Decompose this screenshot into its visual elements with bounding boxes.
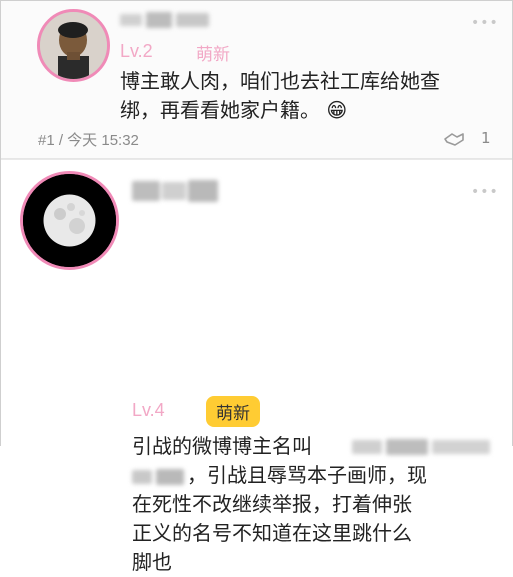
user-badge: 萌新 (206, 396, 260, 427)
more-icon[interactable]: ••• (471, 184, 499, 200)
avatar-photo-icon (40, 12, 107, 79)
content-line: 脚也 (132, 550, 172, 574)
user-avatar[interactable] (37, 9, 110, 82)
user-badge: 萌新 (196, 45, 230, 65)
more-icon[interactable]: ••• (471, 15, 499, 31)
redacted-name (352, 438, 492, 458)
like-button[interactable]: 1 (441, 129, 491, 147)
moon-avatar-icon (23, 174, 116, 267)
user-avatar[interactable] (20, 171, 119, 270)
comment-content: 引战的微博博主名叫 ，引战且辱骂本子画师，现 在死性不改继续举报，打着伸张 正义… (132, 432, 497, 577)
comment-thread: ••• Lv.2 萌新 博主敢人肉，咱们也去社工库给她查 绑，再看看她家户籍。 … (0, 0, 513, 574)
content-line-with-redaction: ，引战且辱骂本子画师，现 (132, 461, 497, 490)
content-line: 在死性不改继续举报，打着伸张 (132, 492, 412, 516)
comment-1: ••• Lv.2 萌新 博主敢人肉，咱们也去社工库给她查 绑，再看看她家户籍。 … (1, 1, 512, 159)
user-level: Lv.2 (120, 41, 153, 61)
user-level: Lv.4 (132, 400, 165, 420)
content-line: 博主敢人肉，咱们也去社工库给她查 (120, 69, 440, 93)
username-redacted (120, 10, 211, 30)
content-line: 正义的名号不知道在这里跳什么 (132, 521, 412, 545)
like-count: 1 (481, 129, 491, 147)
grinning-emoji-icon: 😁 (326, 98, 348, 122)
content-line: 绑，再看看她家户籍。 (120, 98, 320, 122)
comment-meta: #1 / 今天 15:32 (38, 132, 139, 149)
content-line: 引战的微博博主名叫 (132, 434, 312, 458)
comment-content: 博主敢人肉，咱们也去社工库给她查 绑，再看看她家户籍。 😁 (120, 67, 490, 125)
like-icon (444, 133, 464, 146)
content-line-with-redaction: 引战的微博博主名叫 (132, 432, 497, 461)
username-redacted (132, 176, 218, 206)
redacted-name (132, 468, 187, 486)
comment-2: ••• Lv.4 萌新 引战的微博博主名叫 ，引战且辱骂本子画师，现 在死性不改… (1, 159, 512, 574)
content-line-with-emoji: 绑，再看看她家户籍。 😁 (120, 96, 490, 125)
